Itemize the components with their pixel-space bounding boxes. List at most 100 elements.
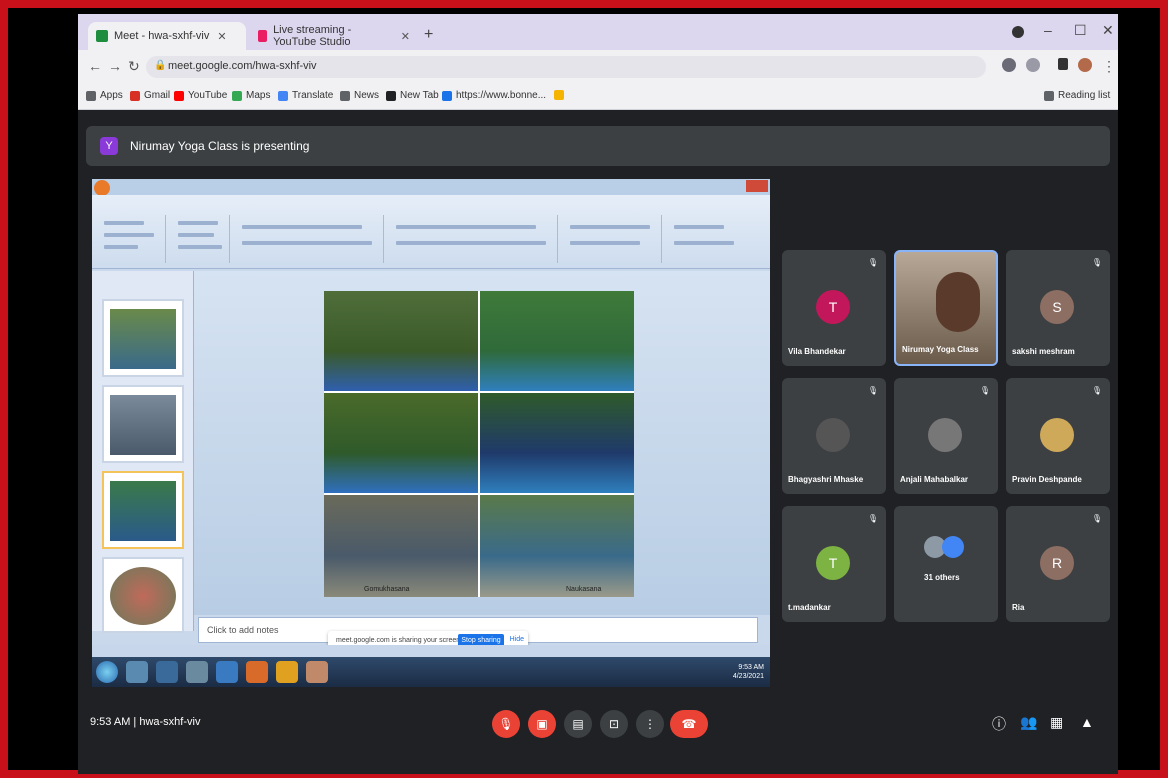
present-button[interactable]: ⊡ xyxy=(600,710,628,738)
ribbon-group-clipboard xyxy=(96,215,166,263)
camera-toggle-button[interactable]: ▣ xyxy=(528,710,556,738)
participant-tile[interactable]: 🎙 R Ria xyxy=(1006,506,1110,622)
profile-dot-icon[interactable] xyxy=(1012,26,1024,38)
participant-tile[interactable]: 🎙 Pravin Deshpande xyxy=(1006,378,1110,494)
bookmark-apps[interactable]: Apps xyxy=(86,90,123,101)
slide-caption: Naukasana xyxy=(566,586,602,593)
bookmark-label: New Tab xyxy=(400,90,439,101)
mic-off-icon: 🎙 xyxy=(1091,258,1102,267)
ribbon-control xyxy=(242,241,372,245)
others-tile[interactable]: 31 others xyxy=(894,506,998,622)
youtube-icon xyxy=(174,90,184,101)
folder-icon xyxy=(554,90,564,100)
address-bar[interactable]: 🔒 meet.google.com/hwa-sxhf-viv xyxy=(146,56,986,78)
office-button-icon xyxy=(94,180,110,196)
captions-button[interactable]: ▤ xyxy=(564,710,592,738)
tab-close-icon[interactable]: ✕ xyxy=(217,30,226,43)
mic-off-icon: 🎙 xyxy=(1091,386,1102,395)
participant-tile[interactable]: 🎙 Anjali Mahabalkar xyxy=(894,378,998,494)
close-window-button[interactable]: ✕ xyxy=(1102,22,1114,39)
tab-youtube-studio[interactable]: Live streaming - YouTube Studio ✕ xyxy=(250,22,418,50)
thumbnail-image xyxy=(110,567,176,625)
bookmark-gmail[interactable]: Gmail xyxy=(130,90,170,101)
thumbnail-image xyxy=(110,481,176,541)
bookmark-maps[interactable]: Maps xyxy=(232,90,270,101)
participant-tile[interactable]: 🎙 T t.madankar xyxy=(782,506,886,622)
ribbon-control xyxy=(178,233,214,237)
forward-icon[interactable]: → xyxy=(108,58,122,74)
camera-indicator-icon[interactable] xyxy=(1002,58,1016,72)
mic-toggle-button[interactable]: 🎙 xyxy=(492,710,520,738)
yoga-photo xyxy=(324,291,478,391)
activities-icon[interactable]: ▲ xyxy=(1080,714,1094,730)
chat-icon[interactable]: ▦ xyxy=(1050,714,1063,731)
people-icon[interactable]: 👥 xyxy=(1020,714,1037,731)
bookmarks-bar: Apps Gmail YouTube Maps Translate News N… xyxy=(78,84,1118,110)
new-tab-button[interactable]: + xyxy=(424,26,433,44)
ribbon-group-font xyxy=(234,215,384,263)
info-icon[interactable]: ⓘ xyxy=(992,714,1006,734)
ribbon-control xyxy=(396,241,546,245)
back-icon[interactable]: ← xyxy=(88,58,102,74)
ribbon-group-paragraph xyxy=(388,215,558,263)
meeting-time: 9:53 AM xyxy=(90,716,131,728)
ribbon-control xyxy=(178,245,222,249)
chrome-taskbar-icon xyxy=(276,661,298,683)
ribbon-control xyxy=(674,241,734,245)
participant-name: Pravin Deshpande xyxy=(1012,475,1082,484)
bookmark-news[interactable]: News xyxy=(340,90,379,101)
participant-tile[interactable]: 🎙 S sakshi meshram xyxy=(1006,250,1110,366)
slides-thumbnail-pane xyxy=(92,271,194,633)
minimize-button[interactable]: – xyxy=(1044,22,1052,38)
maximize-button[interactable]: ☐ xyxy=(1074,22,1087,39)
presenting-text: Nirumay Yoga Class is presenting xyxy=(130,139,310,153)
mic-off-icon: 🎙 xyxy=(867,514,878,523)
leave-call-button[interactable]: ☎ xyxy=(670,710,708,738)
more-options-button[interactable]: ⋮ xyxy=(636,710,664,738)
tab-close-icon[interactable]: ✕ xyxy=(401,30,410,43)
avatar[interactable] xyxy=(1078,58,1092,72)
explorer-icon xyxy=(126,661,148,683)
bookmark-label: News xyxy=(354,90,380,101)
ribbon-group-editing xyxy=(666,215,762,263)
avatar xyxy=(942,536,964,558)
bookmark-translate[interactable]: Translate xyxy=(278,90,333,101)
app-taskbar-icon xyxy=(306,661,328,683)
avatar: T xyxy=(816,290,850,324)
participant-tile[interactable]: 🎙 Bhagyashri Mhaske xyxy=(782,378,886,494)
mic-off-icon: 🎙 xyxy=(867,258,878,267)
hide-button[interactable]: Hide xyxy=(510,636,524,643)
ribbon-control xyxy=(178,221,218,225)
star-icon[interactable] xyxy=(1026,58,1040,72)
slide-caption: Gomukhasana xyxy=(364,586,410,593)
ribbon-control xyxy=(104,221,144,225)
sharing-text: meet.google.com is sharing your screen. xyxy=(336,637,463,644)
bookmark-new-tab[interactable]: New Tab xyxy=(386,90,439,101)
participant-name: t.madankar xyxy=(788,603,831,612)
extension-icon[interactable] xyxy=(1058,58,1068,70)
browser-toolbar: ← → ↻ 🔒 meet.google.com/hwa-sxhf-viv ⋮ xyxy=(78,50,1118,84)
reload-icon[interactable]: ↻ xyxy=(128,58,140,75)
participant-name: Nirumay Yoga Class xyxy=(902,345,979,354)
yoga-photo: Gomukhasana xyxy=(324,495,478,597)
ribbon-control xyxy=(242,225,362,229)
yoga-photo xyxy=(480,393,634,493)
tab-meet[interactable]: Meet - hwa-sxhf-viv ✕ xyxy=(88,22,246,50)
ribbon-control xyxy=(104,233,154,237)
participant-tile-video[interactable]: Nirumay Yoga Class xyxy=(894,250,998,366)
menu-kebab-icon[interactable]: ⋮ xyxy=(1102,58,1116,75)
bookmark-youtube[interactable]: YouTube xyxy=(174,90,227,101)
slide-thumbnail xyxy=(102,557,184,633)
bookmark-label: https://www.bonne... xyxy=(456,90,547,101)
participant-tile[interactable]: 🎙 T Vila Bhandekar xyxy=(782,250,886,366)
bookmark-folder[interactable] xyxy=(554,90,568,100)
bookmark-link[interactable]: https://www.bonne... xyxy=(442,90,546,101)
presenting-banner: Y Nirumay Yoga Class is presenting xyxy=(86,126,1110,166)
yoga-photo: Naukasana xyxy=(480,495,634,597)
avatar: R xyxy=(1040,546,1074,580)
reading-list-button[interactable]: Reading list xyxy=(1044,90,1110,101)
bookmark-label: YouTube xyxy=(188,90,228,101)
start-button-icon xyxy=(96,661,118,683)
bookmark-label: Apps xyxy=(100,90,123,101)
others-count: 31 others xyxy=(924,573,960,582)
